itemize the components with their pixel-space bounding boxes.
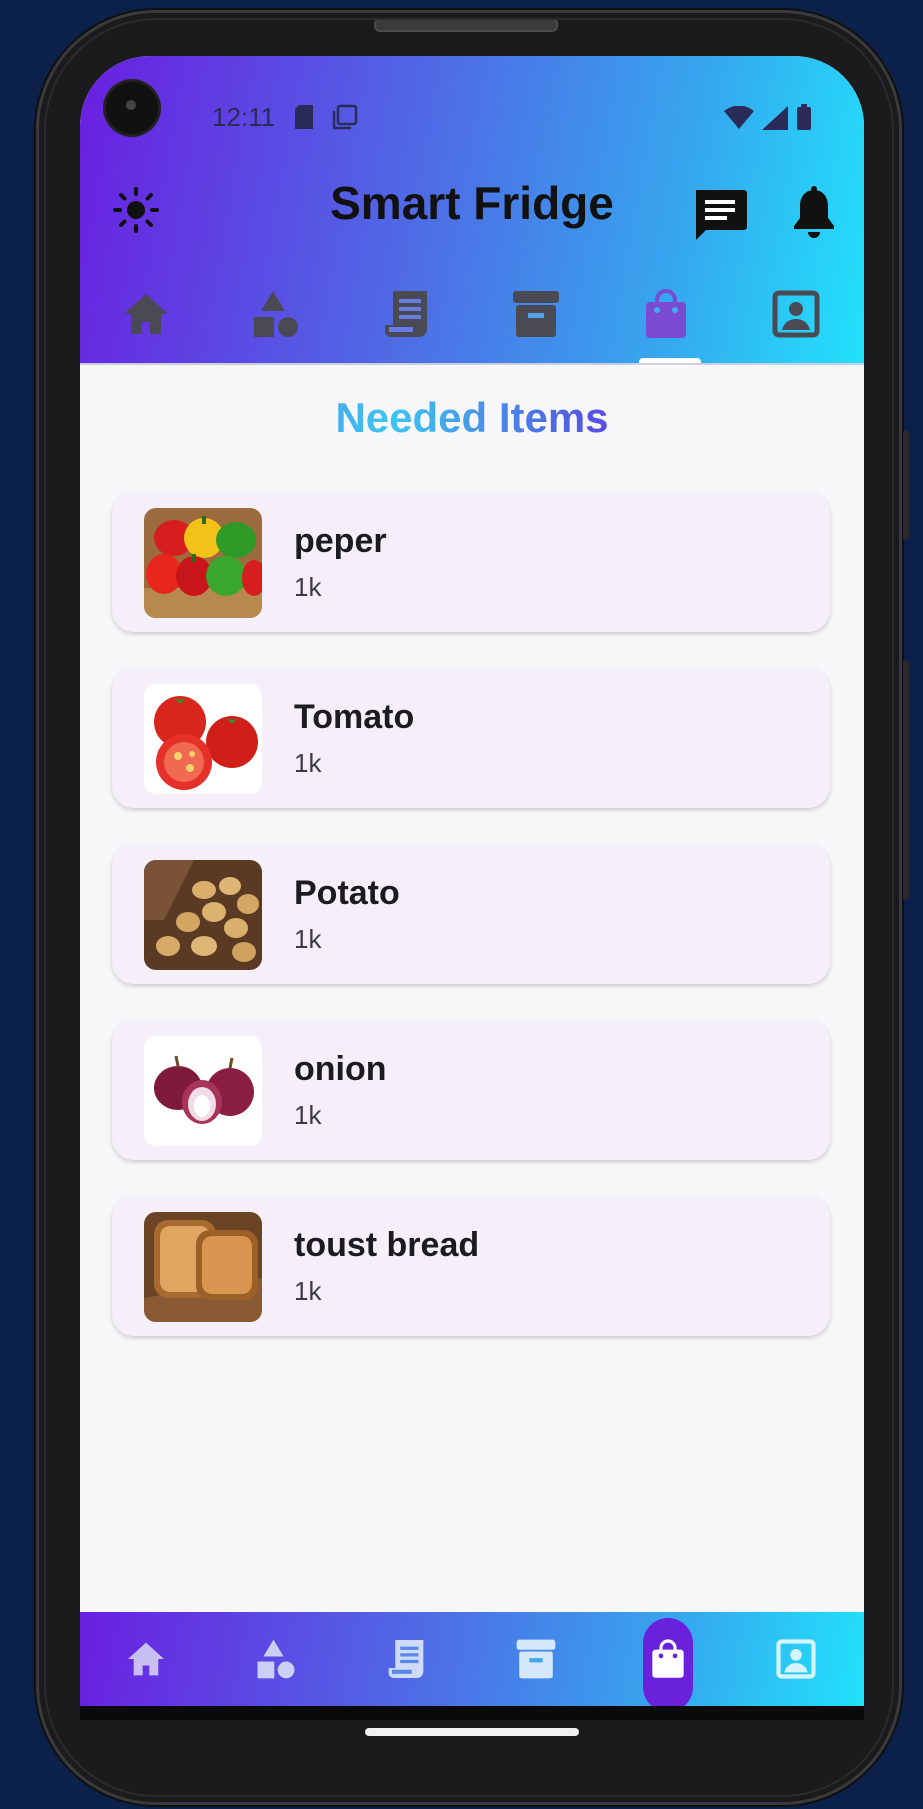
- tab-shopping[interactable]: [630, 284, 702, 344]
- list-item[interactable]: toust bread 1k: [112, 1196, 830, 1336]
- tab-categories[interactable]: [240, 284, 312, 344]
- toast-photo: [144, 1212, 262, 1322]
- home-icon: [128, 1642, 164, 1676]
- item-name: Potato: [294, 874, 400, 912]
- bottom-nav: [80, 1612, 864, 1712]
- onion-photo: [144, 1036, 262, 1146]
- nav-profile[interactable]: [760, 1612, 832, 1706]
- potato-photo: [144, 860, 262, 970]
- nav-storage[interactable]: [500, 1612, 572, 1706]
- status-time: 12:11: [212, 102, 276, 132]
- list-item[interactable]: peper 1k: [112, 492, 830, 632]
- app-screen: 12:11 Smart Fridge Needed Items peper 1k…: [80, 56, 864, 1720]
- shopping-bag-icon: [652, 1639, 684, 1678]
- app-header: 12:11 Smart Fridge: [80, 56, 864, 364]
- item-name: onion: [294, 1050, 387, 1088]
- profile-icon: [776, 1639, 816, 1679]
- archive-icon: [513, 291, 559, 337]
- home-icon: [124, 294, 168, 334]
- home-indicator[interactable]: [365, 1728, 579, 1736]
- nav-categories[interactable]: [240, 1612, 312, 1706]
- tab-home[interactable]: [110, 284, 182, 344]
- list-item[interactable]: Tomato 1k: [112, 668, 830, 808]
- item-quantity: 1k: [294, 924, 322, 954]
- peppers-photo: [144, 508, 262, 618]
- power-button: [903, 430, 909, 540]
- nav-home[interactable]: [110, 1612, 182, 1706]
- tab-receipts[interactable]: [370, 284, 442, 344]
- speaker-grille: [374, 18, 558, 32]
- front-camera: [106, 82, 158, 134]
- item-name: Tomato: [294, 698, 415, 736]
- tomato-photo: [144, 684, 262, 794]
- item-name: toust bread: [294, 1226, 480, 1264]
- signal-icon: [762, 106, 788, 130]
- list-item[interactable]: onion 1k: [112, 1020, 830, 1160]
- item-name: peper: [294, 522, 387, 560]
- item-quantity: 1k: [294, 1100, 322, 1130]
- item-quantity: 1k: [294, 1276, 322, 1306]
- tab-storage[interactable]: [500, 284, 572, 344]
- section-title: Needed Items: [80, 394, 864, 442]
- receipt-icon: [385, 291, 427, 337]
- categories-icon: [254, 291, 298, 337]
- list-item[interactable]: Potato 1k: [112, 844, 830, 984]
- wifi-icon: [724, 106, 754, 129]
- chat-icon[interactable]: [692, 188, 748, 240]
- profile-icon: [772, 290, 820, 338]
- item-quantity: 1k: [294, 748, 322, 778]
- battery-icon: [797, 104, 811, 130]
- top-tab-bar: [80, 284, 864, 364]
- system-nav-area: [80, 1706, 864, 1720]
- header-divider: [80, 363, 864, 365]
- status-icons-left: [294, 104, 358, 130]
- categories-icon: [257, 1639, 295, 1679]
- bell-icon[interactable]: [792, 186, 836, 238]
- screenshot-icon: [332, 104, 358, 130]
- shopping-bag-icon: [646, 289, 686, 338]
- status-icons-right: [724, 104, 812, 130]
- receipt-icon: [388, 1640, 424, 1678]
- nav-shopping[interactable]: [632, 1612, 704, 1706]
- tab-profile[interactable]: [760, 284, 832, 344]
- archive-icon: [516, 1639, 556, 1679]
- sd-card-icon: [295, 105, 313, 129]
- item-quantity: 1k: [294, 572, 322, 602]
- nav-receipts[interactable]: [370, 1612, 442, 1706]
- volume-button: [903, 660, 909, 900]
